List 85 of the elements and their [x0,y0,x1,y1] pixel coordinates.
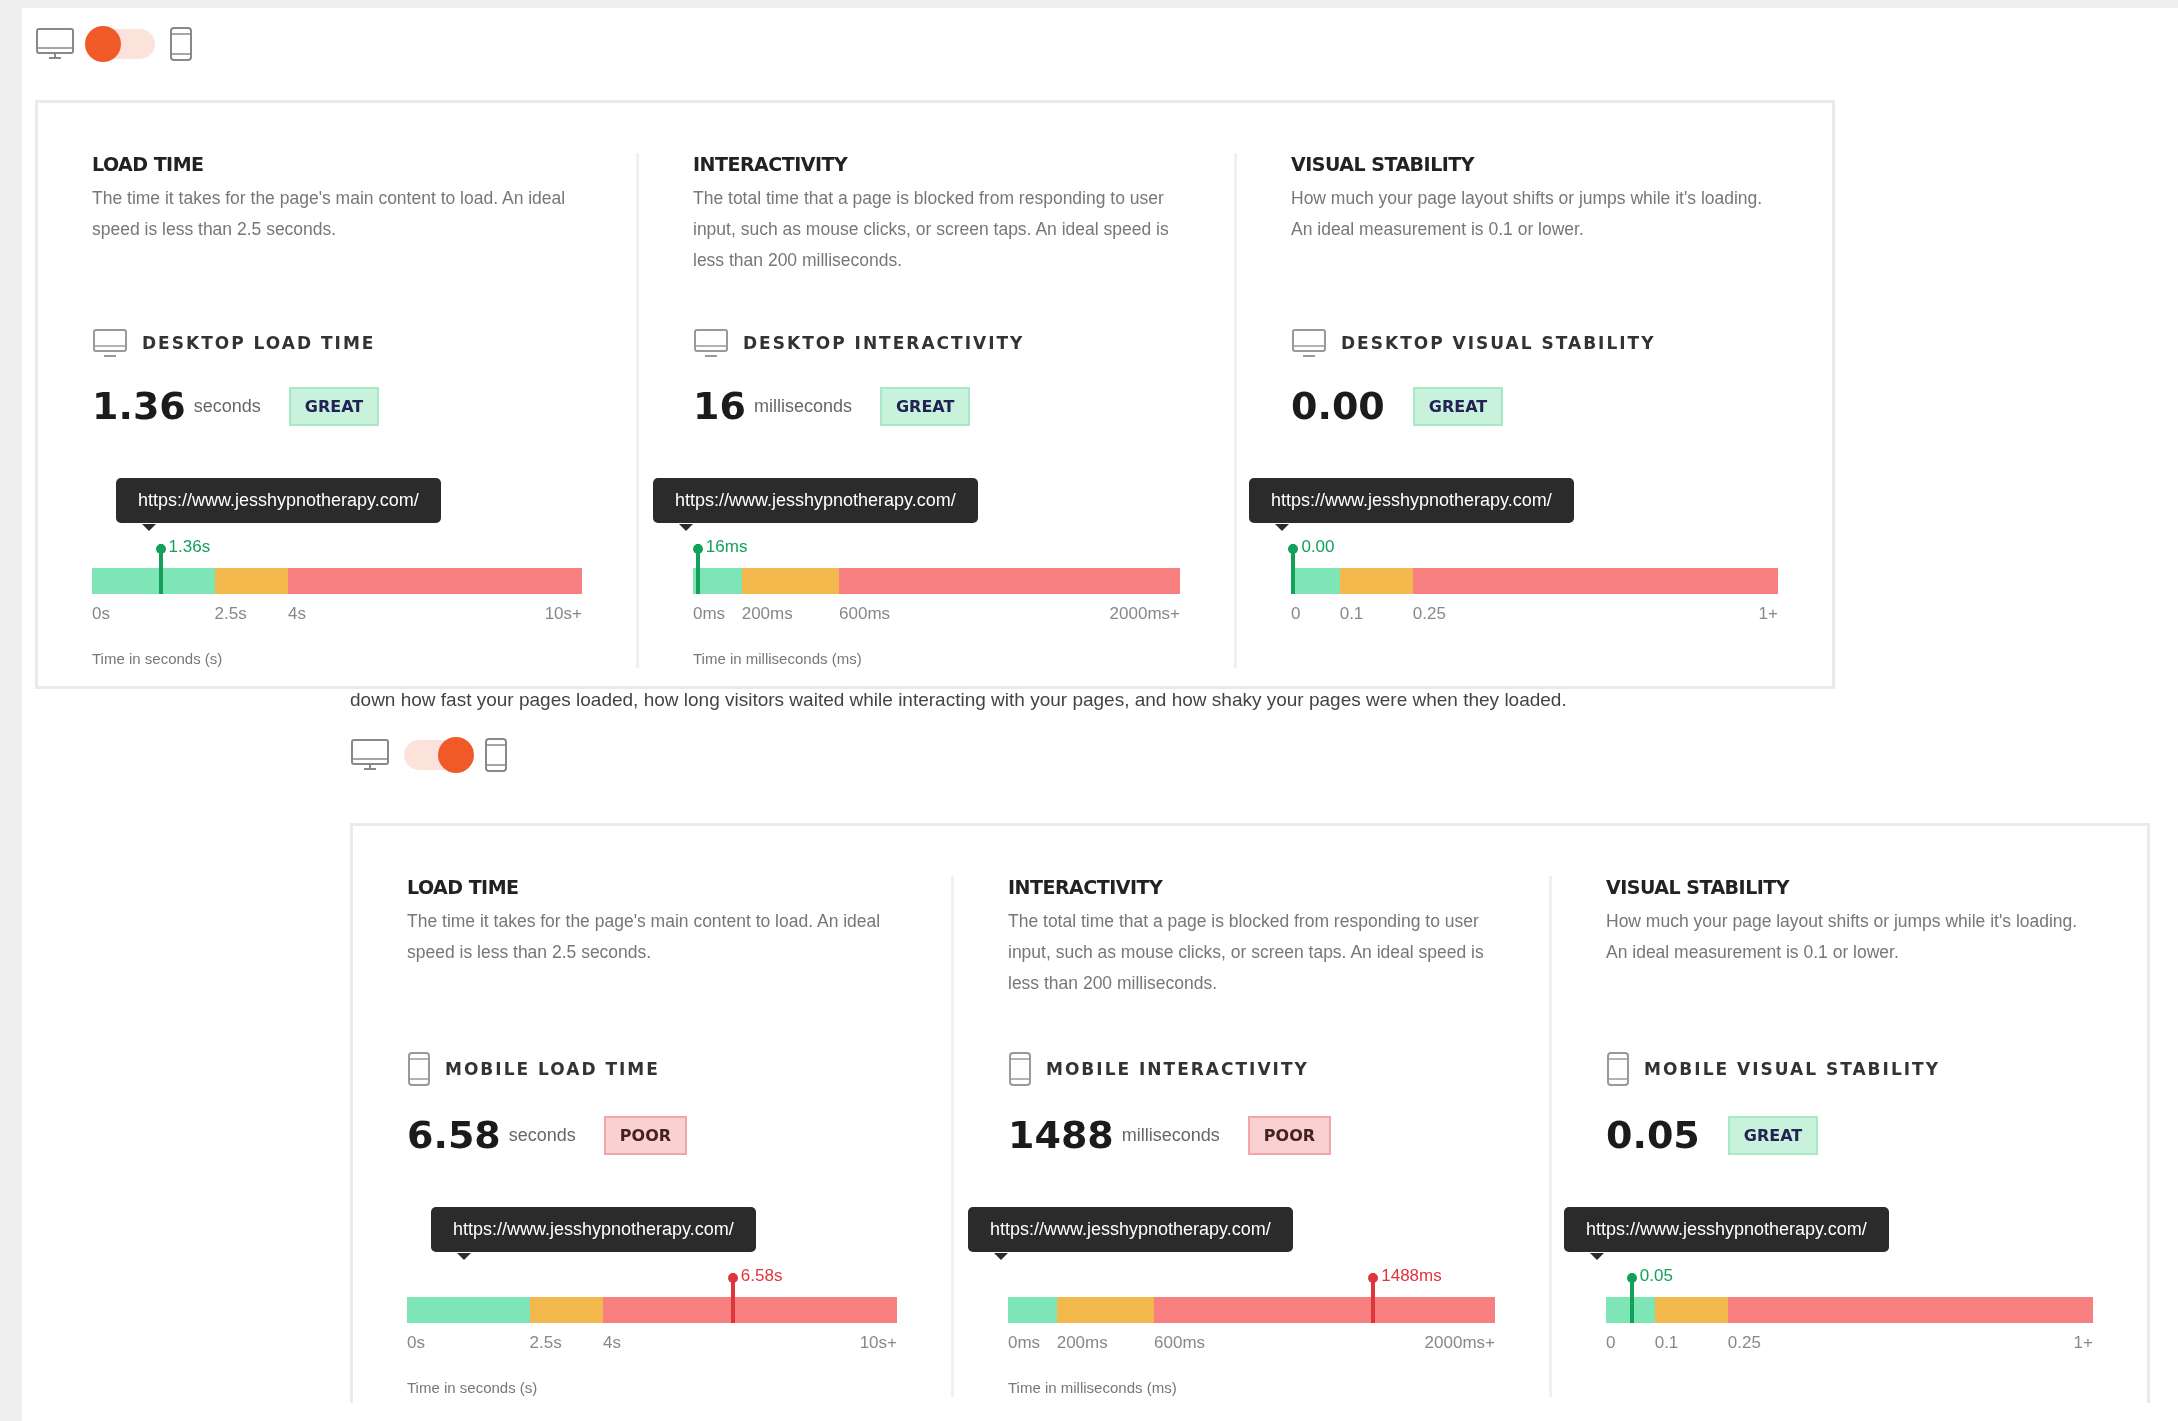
url-tooltip: https://www.jesshypnotherapy.com/ [968,1207,1293,1252]
metric-value: 1488 [1008,1113,1114,1157]
tick-label: 600ms [1154,1333,1206,1353]
tick-label: 1+ [1758,604,1778,624]
metric-label: DESKTOP INTERACTIVITY [743,333,1025,353]
monitor-icon[interactable] [35,27,75,61]
rating-badge: POOR [603,1115,688,1155]
url-tooltip: https://www.jesshypnotherapy.com/ [1564,1207,1889,1252]
monitor-icon[interactable] [350,738,390,772]
rating-badge: POOR [1247,1115,1332,1155]
tick-label: 200ms [1056,1333,1108,1353]
metric-description: The time it takes for the page's main content to load. An ideal speed is less than 2.5 seconds. [407,910,882,964]
tick-label: 200ms [741,604,793,624]
monitor-icon [92,328,128,358]
phone-icon[interactable] [169,26,193,62]
metric-title: VISUAL STABILITY [1606,876,1791,898]
intro-text: down how fast your pages loaded, how long visitors waited while interacting with your pages, and how shaky your pages were when they loaded. [350,689,1568,711]
metric-label: MOBILE VISUAL STABILITY [1644,1059,1940,1079]
metric-value: 0.00 [1291,384,1385,428]
metric-description: The total time that a page is blocked from responding to user input, such as mouse clicks, or screen taps. An ideal speed is less than 200 milliseconds. [693,187,1170,272]
tick-label: 0.1 [1339,604,1364,624]
metric-unit: seconds [193,395,261,417]
tick-label: 0ms [693,604,726,624]
tick-label: 4s [603,1333,621,1353]
rating-badge: GREAT [1412,386,1504,426]
metric-unit: milliseconds [1121,1124,1220,1146]
tooltip-pointer [994,1253,1008,1260]
axis-label: Time in seconds (s) [92,650,224,668]
metric-description: How much your page layout shifts or jumps while it's loading. An ideal measurement is 0.1 or lower. [1291,187,1764,241]
axis-label: Time in milliseconds (ms) [1008,1379,1178,1397]
url-tooltip: https://www.jesshypnotherapy.com/ [431,1207,756,1252]
tick-label: 0s [407,1333,425,1353]
tooltip-pointer [457,1253,471,1260]
tick-label: 2000ms+ [1109,604,1180,624]
metric-description: The total time that a page is blocked from responding to user input, such as mouse clicks, or screen taps. An ideal speed is less than 200 milliseconds. [1008,910,1485,995]
tick-label: 600ms [839,604,891,624]
tick-label: 10s+ [859,1333,897,1353]
metric-label: DESKTOP VISUAL STABILITY [1341,333,1656,353]
axis-label: Time in seconds (s) [407,1379,539,1397]
tick-label: 0ms [1008,1333,1041,1353]
metric-description: How much your page layout shifts or jumps while it's loading. An ideal measurement is 0.1 or lower. [1606,910,2079,964]
metric-value: 6.58 [407,1113,501,1157]
metric-title: INTERACTIVITY [1008,876,1164,898]
metric-value: 16 [693,384,746,428]
rating-badge: GREAT [879,386,971,426]
tick-label: 2.5s [214,604,247,624]
rating-badge: GREAT [288,386,380,426]
metric-label: DESKTOP LOAD TIME [142,333,376,353]
phone-icon[interactable] [484,737,508,773]
monitor-icon [1291,328,1327,358]
metric-title: LOAD TIME [92,153,205,175]
tick-label: 1+ [2073,1333,2093,1353]
tick-label: 0 [1606,1333,1616,1353]
metric-value: 1.36 [92,384,186,428]
axis-label: Time in milliseconds (ms) [693,650,863,668]
tick-label: 0 [1291,604,1301,624]
url-tooltip: https://www.jesshypnotherapy.com/ [1249,478,1574,523]
tick-label: 0.25 [1727,1333,1761,1353]
tick-label: 0s [92,604,110,624]
metric-title: LOAD TIME [407,876,520,898]
tick-label: 0.1 [1654,1333,1679,1353]
metric-title: VISUAL STABILITY [1291,153,1476,175]
tick-label: 4s [288,604,306,624]
metric-title: INTERACTIVITY [693,153,849,175]
tooltip-pointer [1275,524,1289,531]
phone-icon [407,1051,431,1087]
url-tooltip: https://www.jesshypnotherapy.com/ [116,478,441,523]
tooltip-pointer [1590,1253,1604,1260]
tick-label: 2000ms+ [1424,1333,1495,1353]
tooltip-pointer [142,524,156,531]
metric-label: MOBILE LOAD TIME [445,1059,660,1079]
tick-label: 10s+ [544,604,582,624]
metric-label: MOBILE INTERACTIVITY [1046,1059,1309,1079]
tick-label: 0.25 [1412,604,1446,624]
metric-description: The time it takes for the page's main content to load. An ideal speed is less than 2.5 seconds. [92,187,567,241]
metric-value: 0.05 [1606,1113,1700,1157]
url-tooltip: https://www.jesshypnotherapy.com/ [653,478,978,523]
tick-label: 2.5s [529,1333,562,1353]
metric-unit: milliseconds [753,395,852,417]
metric-unit: seconds [508,1124,576,1146]
monitor-icon [693,328,729,358]
phone-icon [1606,1051,1630,1087]
phone-icon [1008,1051,1032,1087]
rating-badge: GREAT [1727,1115,1819,1155]
tooltip-pointer [679,524,693,531]
